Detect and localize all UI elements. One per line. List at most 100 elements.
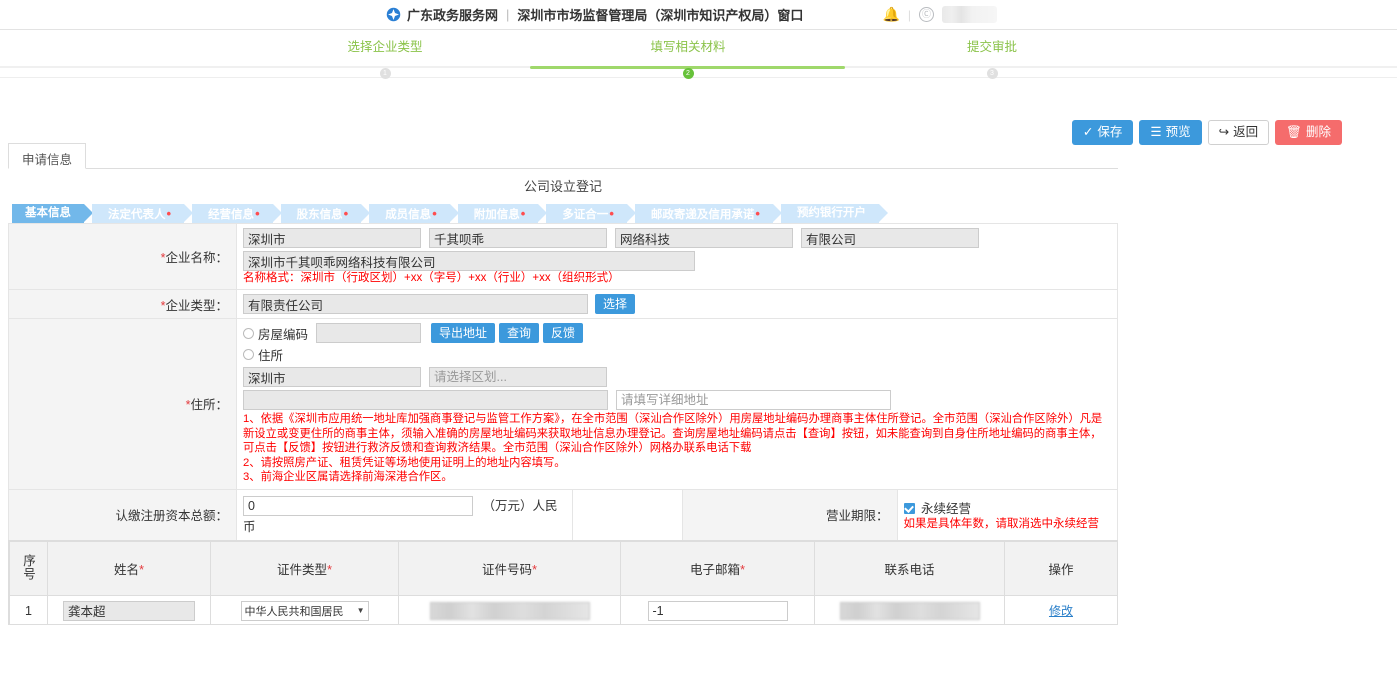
- row-edit-link[interactable]: 修改: [1049, 604, 1073, 618]
- form-row-company-name: *企业名称： 名称格式：深圳市（行政区划）+xx（字号）+xx（行业）+xx（组…: [9, 224, 1118, 290]
- spacer-cell: [572, 490, 682, 541]
- address-field-cell: 房屋编码 导出地址 查询 反馈 住所 1、依据: [237, 319, 1118, 490]
- row-id-type-cell: 中华人民共和国居民 ▼: [211, 596, 399, 626]
- section-tab-additional-info[interactable]: 附加信息•: [458, 204, 539, 223]
- row-name-input[interactable]: [63, 601, 195, 621]
- grid-header-row: 序号 姓名* 证件类型* 证件号码* 电子邮箱* 联系电话 操作: [10, 542, 1118, 596]
- section-tab-postal-credit-label: 邮政寄递及信用承诺: [651, 209, 755, 221]
- main-panel: 申请信息 公司设立登记 基本信息 法定代表人• 经营信息• 股东信息• 成员信息…: [8, 143, 1118, 599]
- company-name-full-input[interactable]: [243, 251, 695, 271]
- section-tab-legal-rep[interactable]: 法定代表人•: [92, 204, 184, 223]
- section-tab-shareholder-info-label: 股东信息: [297, 209, 343, 221]
- grid-header-id-no-label: 证件号码: [482, 563, 532, 577]
- tab-application-info[interactable]: 申请信息: [8, 143, 86, 169]
- step-1[interactable]: 选择企业类型 1: [305, 36, 465, 79]
- company-name-label-cell: *企业名称：: [9, 224, 237, 290]
- registered-capital-input[interactable]: [243, 496, 473, 516]
- top-bar-branding: 广东政务服务网 | 深圳市市场监督管理局（深圳市知识产权局）窗口: [386, 5, 803, 24]
- address-mode-residence-radio[interactable]: [243, 349, 254, 360]
- perpetual-operation-label: 永续经营: [921, 502, 971, 516]
- action-toolbar: ✓ 保存 ☰ 预览 ↪ 返回 🗑 删除: [1072, 120, 1342, 145]
- panel-tab-row: 申请信息: [8, 143, 1118, 169]
- section-tab-postal-credit[interactable]: 邮政寄递及信用承诺•: [635, 204, 773, 223]
- address-mode-residence-label: 住所: [258, 345, 283, 364]
- grid-header-name-label: 姓名: [114, 563, 139, 577]
- business-term-note: 如果是具体年数，请取消选中永续经营: [904, 517, 1112, 531]
- grid-header-id-type-label: 证件类型: [277, 563, 327, 577]
- chevron-down-icon: ▼: [357, 606, 365, 615]
- row-id-no-cell: [399, 596, 621, 626]
- section-tab-basic-info[interactable]: 基本信息: [12, 204, 84, 223]
- company-name-hint: 名称格式：深圳市（行政区划）+xx（字号）+xx（行业）+xx（组织形式）: [243, 271, 1111, 285]
- required-dot: •: [167, 206, 172, 221]
- brand-name: 广东政务服务网: [407, 5, 498, 24]
- back-arrow-icon: ↪: [1219, 125, 1229, 140]
- grid-header-phone-label: 联系电话: [884, 563, 934, 577]
- form-row-capital-and-term: 认缴注册资本总额： （万元）人民币 营业期限：: [9, 489, 1118, 541]
- section-tab-multi-cert[interactable]: 多证合一•: [546, 204, 627, 223]
- company-name-trade-input[interactable]: [429, 228, 607, 248]
- company-name-district-input[interactable]: [243, 228, 421, 248]
- required-dot: •: [344, 206, 349, 221]
- section-tab-bank-account[interactable]: 预约银行开户: [781, 204, 879, 223]
- address-label: 住所：: [190, 398, 228, 412]
- row-id-type-select[interactable]: 中华人民共和国居民 ▼: [241, 601, 369, 621]
- step-1-label: 选择企业类型: [305, 36, 465, 55]
- address-street-input[interactable]: [243, 390, 608, 410]
- top-bar-user-area: 🔔 | Ⓒ: [882, 6, 997, 23]
- section-tab-basic-info-label: 基本信息: [25, 207, 71, 219]
- section-tab-shareholder-info[interactable]: 股东信息•: [281, 204, 362, 223]
- grid-header-no-label: 序号: [19, 554, 38, 581]
- perpetual-operation-checkbox[interactable]: [904, 503, 915, 514]
- company-name-orgform-input[interactable]: [801, 228, 979, 248]
- company-name-industry-input[interactable]: [615, 228, 793, 248]
- back-button-label: 返回: [1233, 125, 1258, 140]
- back-button[interactable]: ↪ 返回: [1208, 120, 1270, 145]
- form-title: 公司设立登记: [8, 169, 1118, 204]
- row-id-no-redacted[interactable]: [430, 602, 590, 620]
- house-code-input[interactable]: [316, 323, 421, 343]
- row-operation-cell: 修改: [1005, 596, 1118, 626]
- section-tab-operation-info[interactable]: 经营信息•: [192, 204, 273, 223]
- address-district-input[interactable]: [429, 367, 607, 387]
- section-tabs: 基本信息 法定代表人• 经营信息• 股东信息• 成员信息• 附加信息• 多证合一…: [12, 204, 1118, 223]
- required-asterisk: *: [327, 563, 332, 577]
- feedback-address-button[interactable]: 反馈: [543, 323, 583, 343]
- row-id-type-value: 中华人民共和国居民: [245, 603, 344, 619]
- address-city-input[interactable]: [243, 367, 421, 387]
- row-phone-redacted[interactable]: [840, 602, 980, 620]
- registered-capital-label-cell: 认缴注册资本总额：: [9, 489, 237, 541]
- row-email-input[interactable]: [648, 601, 788, 621]
- save-button[interactable]: ✓ 保存: [1072, 120, 1134, 145]
- check-icon: ✓: [1083, 125, 1093, 140]
- section-tab-operation-info-label: 经营信息: [208, 209, 254, 221]
- user-avatar-icon[interactable]: Ⓒ: [919, 7, 934, 22]
- capital-term-split-cell: （万元）人民币 营业期限： 永续经营 如果是具体年数，请取消选中永续经营: [237, 489, 1118, 541]
- user-divider: |: [908, 8, 911, 22]
- company-name-field-cell: 名称格式：深圳市（行政区划）+xx（字号）+xx（行业）+xx（组织形式）: [237, 224, 1118, 290]
- address-mode-house-code-radio[interactable]: [243, 328, 254, 339]
- trash-icon: 🗑: [1286, 125, 1302, 140]
- company-type-label-cell: *企业类型：: [9, 290, 237, 319]
- company-type-choose-button[interactable]: 选择: [595, 294, 635, 314]
- company-type-input[interactable]: [243, 294, 588, 314]
- section-tab-member-info[interactable]: 成员信息•: [369, 204, 450, 223]
- address-label-cell: *住所：: [9, 319, 237, 490]
- query-address-button[interactable]: 查询: [499, 323, 539, 343]
- section-tab-additional-info-label: 附加信息: [474, 209, 520, 221]
- step-2-label: 填写相关材料: [608, 36, 768, 55]
- step-2[interactable]: 填写相关材料 2: [608, 36, 768, 79]
- address-detail-input[interactable]: [616, 390, 891, 410]
- required-dot: •: [521, 206, 526, 221]
- delete-button[interactable]: 🗑 删除: [1275, 120, 1342, 145]
- section-tab-multi-cert-label: 多证合一: [562, 209, 608, 221]
- preview-button[interactable]: ☰ 预览: [1139, 120, 1201, 145]
- export-address-button[interactable]: 导出地址: [431, 323, 495, 343]
- bell-icon[interactable]: 🔔: [882, 6, 899, 23]
- business-term-field-cell: 永续经营 如果是具体年数，请取消选中永续经营: [897, 490, 1117, 541]
- grid-header-operation-label: 操作: [1048, 563, 1073, 577]
- business-term-label: 营业期限：: [826, 509, 889, 523]
- step-3-dot: 3: [987, 68, 998, 79]
- contact-person-grid: 序号 姓名* 证件类型* 证件号码* 电子邮箱* 联系电话 操作 1: [8, 540, 1118, 625]
- step-3[interactable]: 提交审批 3: [912, 36, 1072, 79]
